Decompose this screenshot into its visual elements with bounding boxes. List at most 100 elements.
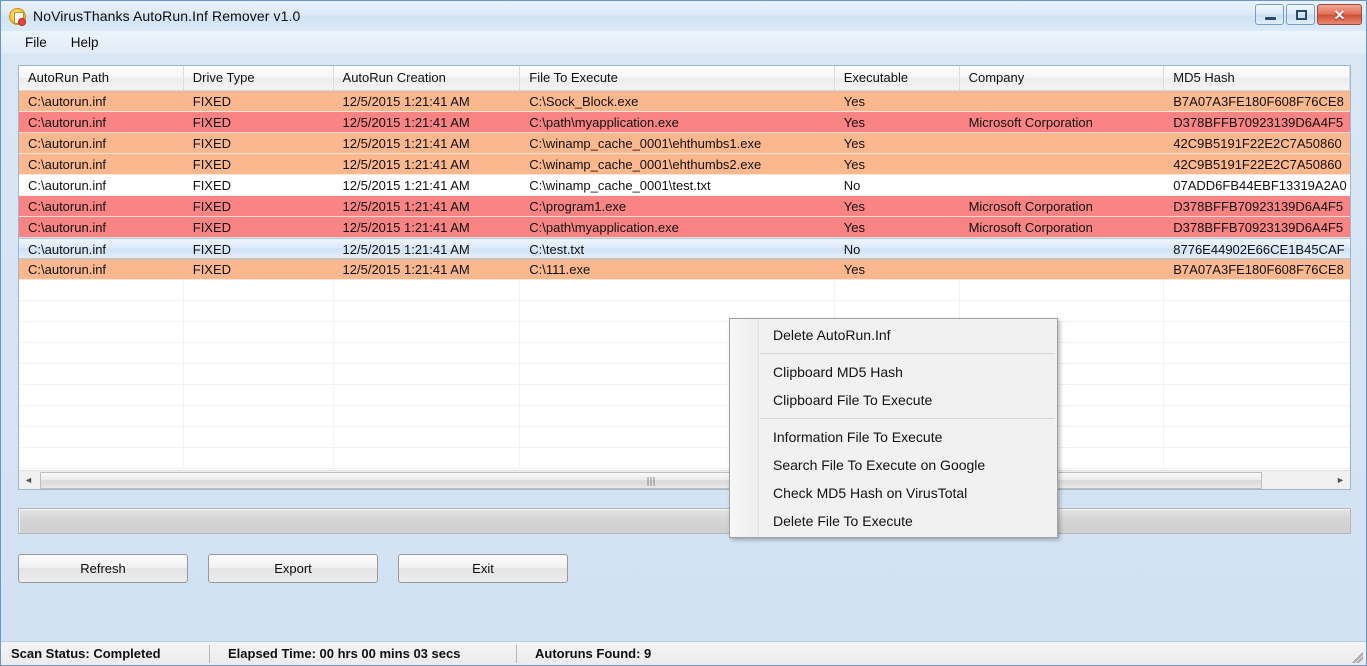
column-header-3[interactable]: File To Execute [520,66,835,90]
cell-3: C:\winamp_cache_0001\ehthumbs2.exe [529,157,762,172]
table-row[interactable]: C:\autorun.inf FIXED 12/5/2015 1:21:41 AM C… [19,196,1350,217]
scrollbar-thumb[interactable] [40,471,1262,489]
column-header-1[interactable]: Drive Type [184,66,334,90]
scan-progress-bar [18,508,1351,534]
empty-cell [184,322,334,342]
context-menu-item-3[interactable]: Information File To Execute [730,423,1057,451]
empty-cell [19,385,184,405]
export-button[interactable]: Export [208,554,378,583]
scroll-left-arrow-icon[interactable]: ◄ [19,472,38,489]
empty-cell [334,322,521,342]
scroll-right-arrow-icon[interactable]: ► [1331,472,1350,489]
table-row[interactable]: C:\autorun.inf FIXED 12/5/2015 1:21:41 AM C… [19,154,1350,175]
horizontal-scrollbar[interactable]: ◄ ► [19,470,1350,489]
cell-5 [960,239,1165,258]
empty-cell [835,280,960,300]
table-row[interactable]: C:\autorun.inf FIXED 12/5/2015 1:21:41 AM C… [19,238,1350,259]
minimize-button[interactable] [1255,4,1284,25]
cell-1: FIXED [192,242,232,257]
maximize-button[interactable] [1286,4,1315,25]
empty-cell [1164,448,1350,468]
resize-grip-icon[interactable] [1349,649,1363,663]
empty-cell [1164,406,1350,426]
cell-5: Microsoft Corporation [968,115,1093,130]
table-row[interactable]: C:\autorun.inf FIXED 12/5/2015 1:21:41 AM C… [19,112,1350,133]
empty-cell [334,280,521,300]
menu-item-help[interactable]: Help [61,33,109,52]
cell-1: FIXED [192,94,232,109]
context-menu-item-1[interactable]: Clipboard MD5 Hash [730,358,1057,386]
context-menu-item-2[interactable]: Clipboard File To Execute [730,386,1057,414]
empty-cell [184,385,334,405]
cell-4: Yes [843,94,865,109]
empty-row [19,448,1350,469]
empty-cell [334,385,521,405]
cell-3: C:\program1.exe [529,199,627,214]
cell-0: C:\autorun.inf [28,94,107,109]
status-separator [516,644,517,663]
cell-2: 12/5/2015 1:21:41 AM [342,262,470,277]
table-row[interactable]: C:\autorun.inf FIXED 12/5/2015 1:21:41 AM C… [19,259,1350,280]
cell-4: Yes [843,115,865,130]
cell-2: 12/5/2015 1:21:41 AM [342,220,470,235]
cell-2: 12/5/2015 1:21:41 AM [342,178,470,193]
empty-cell [19,322,184,342]
cell-4: Yes [843,136,865,151]
cell-1: FIXED [192,262,232,277]
action-button-row: Refresh Export Exit [18,554,568,583]
table-row[interactable]: C:\autorun.inf FIXED 12/5/2015 1:21:41 AM C… [19,133,1350,154]
empty-cell [1164,280,1350,300]
autorun-list-view[interactable]: AutoRun Path Drive Type AutoRun Creation Fi… [18,65,1351,490]
empty-cell [19,427,184,447]
cell-6: 42C9B5191F22E2C7A50860 [1173,157,1342,172]
cell-6: B7A07A3FE180F608F76CE8 [1173,262,1344,277]
table-row[interactable]: C:\autorun.inf FIXED 12/5/2015 1:21:41 AM C… [19,175,1350,196]
context-menu-item-5[interactable]: Check MD5 Hash on VirusTotal [730,479,1057,507]
empty-cell [184,280,334,300]
cell-3: C:\path\myapplication.exe [529,220,679,235]
column-header-4[interactable]: Executable [835,66,960,90]
column-header-6[interactable]: MD5 Hash [1164,66,1350,90]
cell-0: C:\autorun.inf [28,242,107,257]
column-header-5[interactable]: Company [960,66,1165,90]
empty-cell [960,280,1165,300]
cell-4: No [843,178,861,193]
exit-button[interactable]: Exit [398,554,568,583]
table-row[interactable]: C:\autorun.inf FIXED 12/5/2015 1:21:41 AM C… [19,217,1350,238]
cell-0: C:\autorun.inf [28,115,107,130]
refresh-button[interactable]: Refresh [18,554,188,583]
window-title: NoVirusThanks AutoRun.Inf Remover v1.0 [33,8,301,24]
close-button[interactable]: ✕ [1317,4,1362,25]
row-context-menu[interactable]: Delete AutoRun.Inf Clipboard MD5 Hash Clip… [729,318,1058,538]
title-bar: NoVirusThanks AutoRun.Inf Remover v1.0 ✕ [1,1,1366,31]
cell-5 [960,259,1165,279]
context-menu-item-0[interactable]: Delete AutoRun.Inf [730,321,1057,349]
table-row[interactable]: C:\autorun.inf FIXED 12/5/2015 1:21:41 AM C… [19,91,1350,112]
context-menu-item-6[interactable]: Delete File To Execute [730,507,1057,535]
client-area: AutoRun Path Drive Type AutoRun Creation Fi… [1,53,1366,641]
empty-row [19,280,1350,301]
cell-4: No [843,242,861,257]
context-menu-item-4[interactable]: Search File To Execute on Google [730,451,1057,479]
empty-cell [334,301,521,321]
column-header-0[interactable]: AutoRun Path [19,66,184,90]
empty-cell [1164,385,1350,405]
list-body: C:\autorun.inf FIXED 12/5/2015 1:21:41 AM C… [19,91,1350,469]
empty-cell [334,406,521,426]
cell-5 [960,133,1165,153]
scrollbar-track[interactable] [38,471,1331,489]
cell-3: C:\test.txt [529,242,585,257]
empty-cell [184,427,334,447]
menu-item-file[interactable]: File [15,33,57,52]
cell-1: FIXED [192,115,232,130]
cell-0: C:\autorun.inf [28,136,107,151]
column-header-2[interactable]: AutoRun Creation [334,66,521,90]
close-icon: ✕ [1333,7,1346,23]
window-controls: ✕ [1255,4,1362,25]
empty-cell [1164,427,1350,447]
empty-cell [1164,364,1350,384]
empty-cell [1164,322,1350,342]
empty-row [19,322,1350,343]
empty-cell [184,301,334,321]
empty-cell [184,343,334,363]
